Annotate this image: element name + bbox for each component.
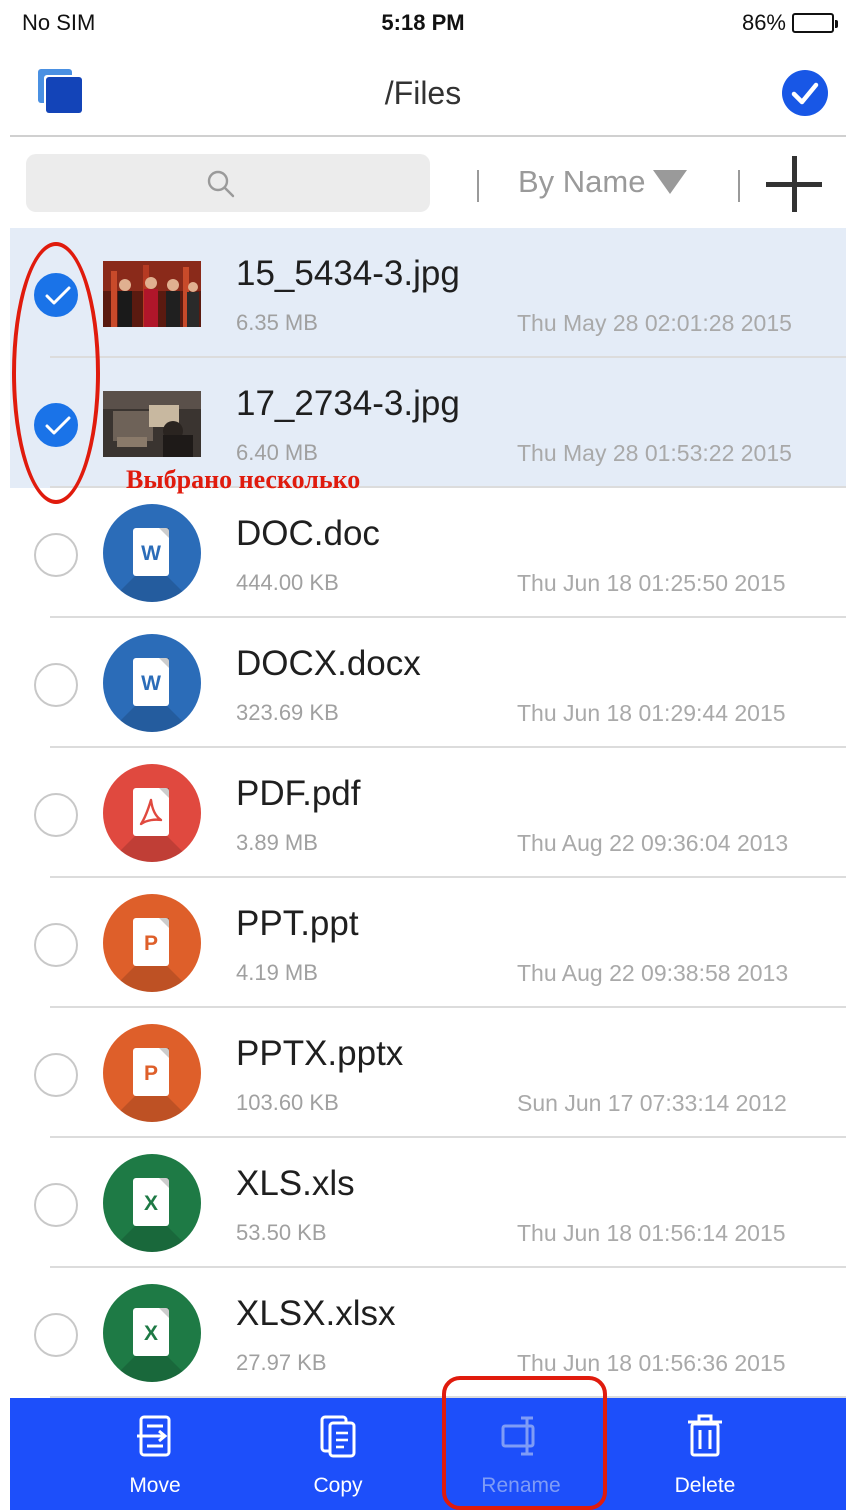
- file-name: 17_2734-3.jpg: [236, 384, 460, 423]
- search-sort-toolbar: By Name: [0, 140, 846, 228]
- file-row[interactable]: W DOCX.docx 323.69 KB Thu Jun 18 01:29:44 2…: [10, 618, 846, 748]
- file-name: XLSX.xlsx: [236, 1294, 396, 1333]
- file-size: 4.19 MB: [236, 960, 318, 985]
- battery-status: 86%: [741, 10, 838, 36]
- action-label: Move: [129, 1474, 181, 1497]
- status-bar: No SIM 5:18 PM 86%: [0, 0, 846, 50]
- file-name: DOCX.docx: [236, 644, 421, 683]
- file-size: 53.50 KB: [236, 1220, 327, 1245]
- unchecked-circle-icon[interactable]: [34, 1053, 78, 1097]
- unchecked-circle-icon[interactable]: [34, 793, 78, 837]
- word-file-icon: W: [103, 504, 201, 602]
- file-date: Thu Aug 22 09:36:04 2013: [517, 830, 789, 856]
- excel-file-icon: X: [103, 1284, 201, 1382]
- file-size: 323.69 KB: [236, 700, 339, 725]
- action-label: Delete: [674, 1474, 736, 1497]
- file-list: 15_5434-3.jpg 6.35 MB Thu May 28 02:01:28 …: [10, 228, 846, 1398]
- sort-dropdown[interactable]: By Name: [518, 164, 688, 200]
- divider: [477, 170, 479, 202]
- file-row[interactable]: P PPTX.pptx 103.60 KB Sun Jun 17 07:33:14 2…: [10, 1008, 846, 1138]
- powerpoint-file-icon: P: [103, 894, 201, 992]
- sort-label: By Name: [518, 164, 646, 199]
- file-name: PPTX.pptx: [236, 1034, 404, 1073]
- move-icon: [135, 1414, 175, 1458]
- action-label: Copy: [313, 1474, 363, 1497]
- file-date: Thu Jun 18 01:56:36 2015: [517, 1350, 786, 1376]
- triangle-down-icon: [653, 170, 688, 194]
- file-row[interactable]: 15_5434-3.jpg 6.35 MB Thu May 28 02:01:28 …: [10, 228, 846, 358]
- excel-file-icon: X: [103, 1154, 201, 1252]
- file-name: XLS.xls: [236, 1164, 355, 1203]
- search-icon: [207, 170, 235, 198]
- file-size: 444.00 KB: [236, 570, 339, 595]
- add-button[interactable]: [766, 156, 822, 212]
- clock: 5:18 PM: [381, 10, 465, 35]
- unchecked-circle-icon[interactable]: [34, 923, 78, 967]
- annotation-rect: [442, 1376, 607, 1510]
- annotation-ellipse: [12, 242, 100, 504]
- image-thumbnail: [103, 391, 201, 457]
- navigation-bar: /Files: [10, 55, 846, 137]
- page-title: /Files: [384, 75, 462, 111]
- file-size: 103.60 KB: [236, 1090, 339, 1115]
- image-thumbnail: [103, 261, 201, 327]
- file-name: 15_5434-3.jpg: [236, 254, 460, 293]
- divider: [738, 170, 740, 202]
- file-date: Thu May 28 02:01:28 2015: [517, 310, 792, 336]
- annotation-label: Выбрано несколько: [126, 465, 361, 494]
- unchecked-circle-icon[interactable]: [34, 1183, 78, 1227]
- file-date: Thu May 28 01:53:22 2015: [517, 440, 792, 466]
- file-date: Sun Jun 17 07:33:14 2012: [517, 1090, 787, 1116]
- file-date: Thu Jun 18 01:56:14 2015: [517, 1220, 786, 1246]
- file-size: 3.89 MB: [236, 830, 318, 855]
- file-row[interactable]: X XLSX.xlsx 27.97 KB Thu Jun 18 01:56:36 20…: [10, 1268, 846, 1398]
- file-row[interactable]: P PPT.ppt 4.19 MB Thu Aug 22 09:38:58 2013: [10, 878, 846, 1008]
- file-size: 6.35 MB: [236, 310, 318, 335]
- move-button[interactable]: Move: [75, 1398, 235, 1510]
- file-date: Thu Jun 18 01:25:50 2015: [517, 570, 786, 596]
- battery-icon: [792, 13, 838, 33]
- file-date: Thu Jun 18 01:29:44 2015: [517, 700, 786, 726]
- file-name: PPT.ppt: [236, 904, 359, 943]
- unchecked-circle-icon[interactable]: [34, 1313, 78, 1357]
- word-file-icon: W: [103, 634, 201, 732]
- file-date: Thu Aug 22 09:38:58 2013: [517, 960, 789, 986]
- action-bar: Move Copy Rename Delete: [10, 1398, 846, 1510]
- file-row[interactable]: X XLS.xls 53.50 KB Thu Jun 18 01:56:14 2015: [10, 1138, 846, 1268]
- unchecked-circle-icon[interactable]: [34, 533, 78, 577]
- copy-button[interactable]: Copy: [258, 1398, 418, 1510]
- search-input[interactable]: [26, 154, 430, 212]
- file-size: 6.40 MB: [236, 440, 318, 465]
- file-row[interactable]: PDF.pdf 3.89 MB Thu Aug 22 09:36:04 2013: [10, 748, 846, 878]
- trash-icon: [685, 1414, 725, 1458]
- pdf-file-icon: [103, 764, 201, 862]
- copy-icon: [318, 1414, 358, 1458]
- file-row[interactable]: W DOC.doc 444.00 KB Thu Jun 18 01:25:50 201…: [10, 488, 846, 618]
- file-size: 27.97 KB: [236, 1350, 327, 1375]
- delete-button[interactable]: Delete: [625, 1398, 785, 1510]
- battery-percent: 86%: [741, 10, 786, 35]
- powerpoint-file-icon: P: [103, 1024, 201, 1122]
- unchecked-circle-icon[interactable]: [34, 663, 78, 707]
- file-name: DOC.doc: [236, 514, 380, 553]
- select-all-check-icon[interactable]: [782, 70, 828, 116]
- file-name: PDF.pdf: [236, 774, 361, 813]
